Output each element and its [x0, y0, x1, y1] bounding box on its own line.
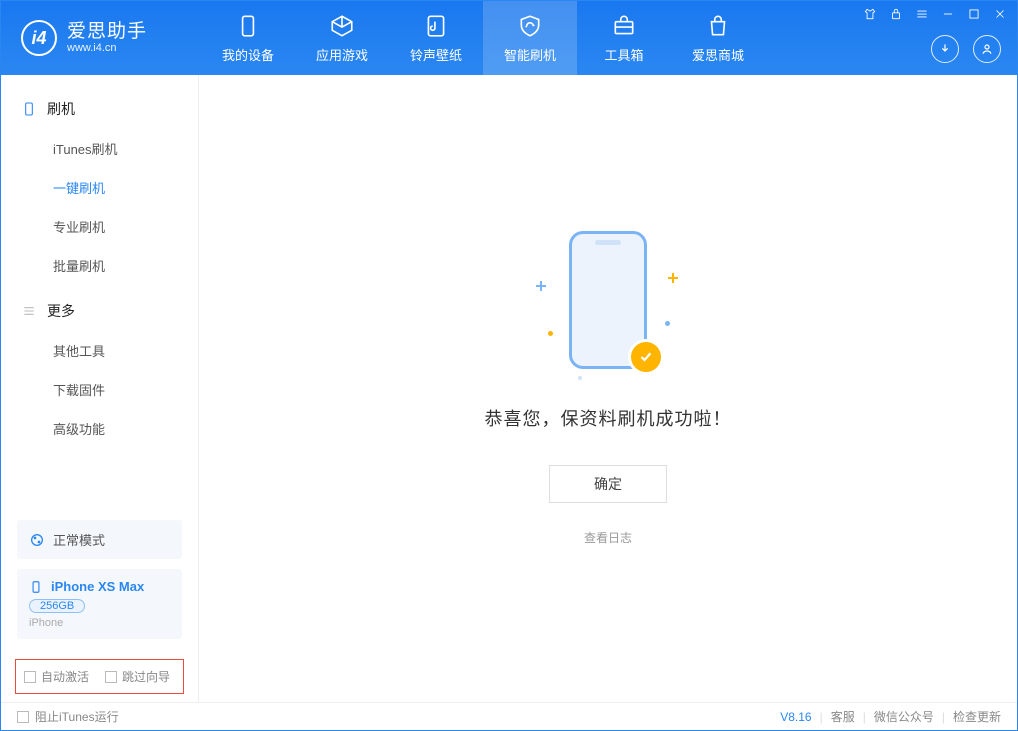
- checkbox-auto-activate[interactable]: 自动激活: [24, 668, 89, 685]
- checkbox-block-itunes[interactable]: 阻止iTunes运行: [17, 708, 119, 725]
- app-title: 爱思助手: [67, 22, 147, 43]
- success-illustration: [528, 231, 688, 381]
- footer: 阻止iTunes运行 V8.16 | 客服 | 微信公众号 | 检查更新: [1, 702, 1017, 730]
- device-capacity: 256GB: [29, 599, 85, 613]
- device-type: iPhone: [29, 617, 170, 629]
- spark-icon: [668, 273, 678, 283]
- mode-label: 正常模式: [53, 530, 105, 549]
- separator: |: [863, 710, 866, 724]
- header-right: [931, 35, 1001, 63]
- menu-icon[interactable]: [915, 7, 929, 21]
- checkbox-label: 阻止iTunes运行: [35, 708, 119, 725]
- music-icon: [423, 13, 449, 39]
- dot-icon: [578, 376, 582, 380]
- nav-tab-device[interactable]: 我的设备: [201, 1, 295, 75]
- device-cards: 正常模式 iPhone XS Max 256GB iPhone: [1, 520, 198, 659]
- sidebar-item-itunes-flash[interactable]: iTunes刷机: [1, 129, 198, 168]
- mode-icon: [29, 532, 45, 548]
- nav-tab-store[interactable]: 爱思商城: [671, 1, 765, 75]
- shield-refresh-icon: [517, 13, 543, 39]
- maximize-icon[interactable]: [967, 7, 981, 21]
- checkbox-box-icon: [105, 671, 117, 683]
- nav-tabs: 我的设备 应用游戏 铃声壁纸 智能刷机 工具箱 爱思商城: [201, 1, 765, 75]
- sidebar-item-batch-flash[interactable]: 批量刷机: [1, 246, 198, 285]
- shirt-icon[interactable]: [863, 7, 877, 21]
- sidebar: 刷机 iTunes刷机 一键刷机 专业刷机 批量刷机 更多 其他工具 下载固件 …: [1, 75, 199, 702]
- sidebar-item-pro-flash[interactable]: 专业刷机: [1, 207, 198, 246]
- download-button[interactable]: [931, 35, 959, 63]
- close-icon[interactable]: [993, 7, 1007, 21]
- nav-label: 铃声壁纸: [410, 45, 462, 64]
- footer-right: V8.16 | 客服 | 微信公众号 | 检查更新: [780, 708, 1001, 725]
- phone-icon: [235, 13, 261, 39]
- nav-label: 我的设备: [222, 45, 274, 64]
- footer-link-update[interactable]: 检查更新: [953, 708, 1001, 725]
- checkbox-box-icon: [17, 711, 29, 723]
- user-button[interactable]: [973, 35, 1001, 63]
- version-label: V8.16: [780, 710, 811, 724]
- highlighted-checkbox-row: 自动激活 跳过向导: [15, 659, 184, 694]
- checkbox-skip-guide[interactable]: 跳过向导: [105, 668, 170, 685]
- nav-label: 工具箱: [604, 45, 643, 64]
- sidebar-item-download-firmware[interactable]: 下载固件: [1, 370, 198, 409]
- nav-tab-apps[interactable]: 应用游戏: [295, 1, 389, 75]
- separator: |: [942, 710, 945, 724]
- titlebar-icons: [863, 7, 1007, 21]
- nav-tab-toolbox[interactable]: 工具箱: [577, 1, 671, 75]
- logo-text: 爱思助手 www.i4.cn: [67, 22, 147, 55]
- checkbox-box-icon: [24, 671, 36, 683]
- cube-icon: [329, 13, 355, 39]
- bag-icon: [705, 13, 731, 39]
- device-card[interactable]: iPhone XS Max 256GB iPhone: [17, 569, 182, 639]
- app-subtitle: www.i4.cn: [67, 42, 147, 54]
- sidebar-section-more: 更多 其他工具 下载固件 高级功能: [1, 291, 198, 448]
- toolbox-icon: [611, 13, 637, 39]
- logo-icon: i4: [21, 20, 57, 56]
- lock-icon[interactable]: [889, 7, 903, 21]
- sidebar-head-flash: 刷机: [1, 89, 198, 129]
- header: i4 爱思助手 www.i4.cn 我的设备 应用游戏 铃声壁纸 智能刷机 工具…: [1, 1, 1017, 75]
- mode-card[interactable]: 正常模式: [17, 520, 182, 559]
- checkbox-label: 跳过向导: [122, 668, 170, 685]
- nav-label: 爱思商城: [692, 45, 744, 64]
- view-log-link[interactable]: 查看日志: [584, 529, 632, 546]
- device-name-row: iPhone XS Max: [29, 579, 170, 594]
- dot-icon: [665, 321, 670, 326]
- main-content: 恭喜您，保资料刷机成功啦！ 确定 查看日志: [199, 75, 1017, 702]
- sidebar-title: 更多: [47, 301, 75, 321]
- sidebar-head-more: 更多: [1, 291, 198, 331]
- nav-tab-ringtones[interactable]: 铃声壁纸: [389, 1, 483, 75]
- nav-label: 智能刷机: [504, 45, 556, 64]
- body: 刷机 iTunes刷机 一键刷机 专业刷机 批量刷机 更多 其他工具 下载固件 …: [1, 75, 1017, 702]
- logo-area: i4 爱思助手 www.i4.cn: [1, 20, 201, 56]
- list-icon: [21, 303, 37, 319]
- check-badge-icon: [628, 339, 664, 375]
- footer-link-support[interactable]: 客服: [831, 708, 855, 725]
- sidebar-section-flash: 刷机 iTunes刷机 一键刷机 专业刷机 批量刷机: [1, 89, 198, 285]
- device-icon: [21, 101, 37, 117]
- ok-button[interactable]: 确定: [549, 465, 667, 503]
- success-message: 恭喜您，保资料刷机成功啦！: [485, 405, 732, 431]
- spark-icon: [536, 281, 546, 291]
- nav-tab-flash[interactable]: 智能刷机: [483, 1, 577, 75]
- sidebar-title: 刷机: [47, 99, 75, 119]
- sidebar-item-other-tools[interactable]: 其他工具: [1, 331, 198, 370]
- device-name: iPhone XS Max: [51, 579, 144, 594]
- dot-icon: [548, 331, 553, 336]
- checkbox-label: 自动激活: [41, 668, 89, 685]
- device-phone-icon: [29, 580, 43, 594]
- sidebar-item-advanced[interactable]: 高级功能: [1, 409, 198, 448]
- minimize-icon[interactable]: [941, 7, 955, 21]
- sidebar-item-oneclick-flash[interactable]: 一键刷机: [1, 168, 198, 207]
- footer-link-wechat[interactable]: 微信公众号: [874, 708, 934, 725]
- separator: |: [820, 710, 823, 724]
- nav-label: 应用游戏: [316, 45, 368, 64]
